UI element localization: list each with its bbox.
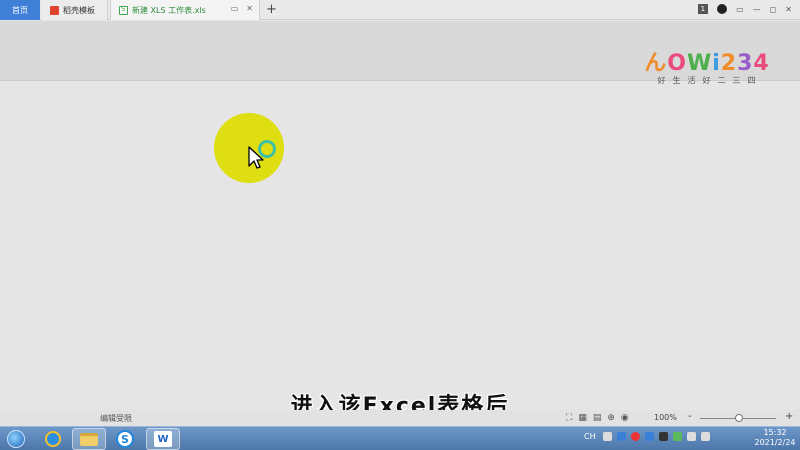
close-window-button[interactable]: ✕ [785, 5, 792, 14]
taskbar-sogou-button[interactable]: S [108, 428, 142, 450]
logo-subtitle: 好生活好二三四 [657, 76, 763, 85]
internet-explorer-icon [45, 431, 61, 447]
spreadsheet-icon [119, 5, 128, 15]
tab-doc-label: 新建 XLS 工作表.xls [132, 5, 206, 15]
user-avatar-icon[interactable] [717, 4, 728, 14]
tab-home[interactable]: 首页 [0, 0, 40, 20]
status-bar: 编辑受限 ⛶ ▦ ▤ ⊕ ◉ 100% - + [0, 410, 800, 426]
watermark-logo: んOWi234 好生活好二三四 [644, 51, 770, 86]
edit-permission-status[interactable]: 编辑受限 [100, 413, 132, 424]
minimize-button[interactable]: — [753, 5, 761, 14]
new-tab-button[interactable]: + [266, 2, 277, 17]
page-layout-icon[interactable]: ▤ [593, 413, 602, 423]
taskbar-clock[interactable]: 15:32 2021/2/24 [752, 428, 798, 448]
sogou-browser-icon: S [116, 430, 134, 448]
tab-daoke-template[interactable]: 稻壳模板 [42, 0, 108, 20]
security-icon[interactable] [672, 432, 682, 441]
tab-daoke-label: 稻壳模板 [63, 5, 95, 15]
windows-orb-icon [7, 430, 25, 448]
taskbar-explorer-button[interactable] [72, 428, 106, 450]
zoom-slider-thumb[interactable] [735, 414, 743, 422]
volume-icon[interactable] [700, 432, 710, 441]
page-break-icon[interactable]: ⊕ [607, 413, 615, 423]
eye-protection-icon[interactable]: ◉ [621, 413, 629, 423]
tab-bar: 首页 稻壳模板 新建 XLS 工作表.xls ▭ ✕ + 1 ▭ — ◻ ✕ [0, 0, 800, 20]
language-indicator[interactable]: CH [584, 432, 596, 441]
system-tray: CH [584, 432, 710, 441]
tab-close-icon[interactable]: ✕ [246, 4, 253, 13]
help-icon[interactable] [616, 432, 626, 441]
fullscreen-icon[interactable]: ⛶ [566, 413, 572, 423]
taskbar-wps-button[interactable]: W [146, 428, 180, 450]
zoom-in-button[interactable]: + [785, 411, 793, 422]
zoom-out-button[interactable]: - [688, 411, 692, 422]
ime-icon[interactable] [602, 432, 612, 441]
app-tray-icon[interactable] [658, 432, 668, 441]
logo-text: んOWi234 [644, 51, 770, 76]
skin-icon[interactable]: ▭ [736, 5, 744, 14]
qq-icon[interactable] [644, 432, 654, 441]
tab-home-label: 首页 [12, 5, 28, 15]
start-button[interactable] [4, 428, 28, 450]
clock-time: 15:32 [763, 428, 787, 437]
notification-badge[interactable]: 1 [697, 4, 709, 14]
zoom-level[interactable]: 100% [654, 413, 677, 422]
folder-icon [80, 432, 98, 446]
tab-xls-document[interactable]: 新建 XLS 工作表.xls ▭ ✕ [110, 0, 260, 20]
ribbon-area: んOWi234 好生活好二三四 [0, 21, 800, 85]
mouse-cursor-icon [248, 146, 264, 169]
record-icon[interactable] [630, 432, 640, 441]
view-mode-icons: ⛶ ▦ ▤ ⊕ ◉ [566, 413, 629, 423]
wps-office-icon: W [154, 431, 172, 447]
taskbar-ie-button[interactable] [36, 428, 70, 450]
clock-date: 2021/2/24 [754, 438, 796, 447]
window-controls: 1 ▭ — ◻ ✕ [697, 4, 792, 14]
grid-view-icon[interactable]: ▦ [578, 413, 587, 423]
restore-button[interactable]: ◻ [770, 5, 777, 14]
daoke-icon [50, 5, 59, 15]
float-window-icon[interactable]: ▭ [231, 4, 239, 13]
windows-taskbar: S W CH 15:32 2021/2/24 [0, 426, 800, 450]
network-icon[interactable] [686, 432, 696, 441]
